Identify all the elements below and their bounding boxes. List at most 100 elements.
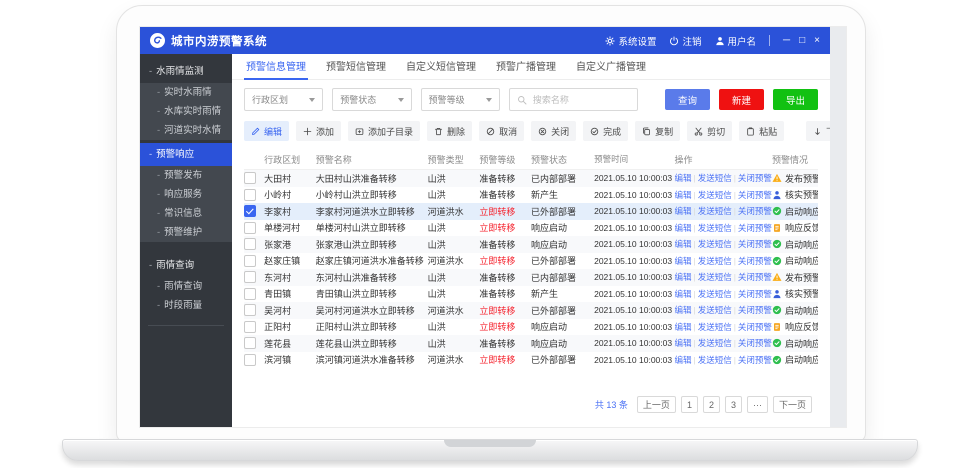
- minimize-button[interactable]: ─: [783, 36, 790, 46]
- sidebar-group-header[interactable]: 水雨情监测: [140, 60, 232, 83]
- close-warning-link[interactable]: 关闭预警: [738, 238, 772, 250]
- tab-item[interactable]: 自定义广播管理: [574, 53, 648, 80]
- search-input[interactable]: [531, 94, 630, 106]
- edit-link[interactable]: 编辑: [674, 222, 691, 234]
- send-sms-link[interactable]: 发送短信: [698, 255, 732, 267]
- table-row[interactable]: 李家村李家村河道洪水立即转移河道洪水立即转移已外部部署2021.05.10 10…: [244, 203, 818, 220]
- sidebar-item[interactable]: 雨情查询: [140, 277, 232, 296]
- paste-button[interactable]: 粘贴: [739, 121, 784, 141]
- edit-button[interactable]: 编辑: [244, 121, 289, 141]
- close-warning-link[interactable]: 关闭预警: [738, 255, 772, 267]
- table-row[interactable]: 赵家庄镇赵家庄镇河道洪水准备转移河道洪水立即转移已外部部署2021.05.10 …: [244, 253, 818, 270]
- edit-link[interactable]: 编辑: [674, 238, 691, 250]
- close-warning-link[interactable]: 关闭预警: [738, 271, 772, 283]
- send-sms-link[interactable]: 发送短信: [698, 205, 732, 217]
- table-row[interactable]: 大田村大田村山洪准备转移山洪准备转移已内部部署2021.05.10 10:00:…: [244, 170, 818, 187]
- query-button[interactable]: 查询: [665, 89, 710, 110]
- send-sms-link[interactable]: 发送短信: [698, 337, 732, 349]
- sidebar-item[interactable]: 预警发布: [140, 166, 232, 185]
- close-warning-link[interactable]: 关闭预警: [738, 321, 772, 333]
- row-checkbox[interactable]: [244, 321, 256, 333]
- add-sub-button[interactable]: 添加子目录: [348, 121, 420, 141]
- table-row[interactable]: 青田镇青田镇山洪立即转移山洪准备转移新产生2021.05.10 10:00:03…: [244, 286, 818, 303]
- close-warning-link[interactable]: 关闭预警: [738, 304, 772, 316]
- page-number-button[interactable]: 3: [725, 396, 742, 413]
- row-checkbox[interactable]: [244, 238, 256, 250]
- sidebar-item[interactable]: 常识信息: [140, 204, 232, 223]
- send-sms-link[interactable]: 发送短信: [698, 222, 732, 234]
- edit-link[interactable]: 编辑: [674, 304, 691, 316]
- send-sms-link[interactable]: 发送短信: [698, 172, 732, 184]
- edit-link[interactable]: 编辑: [674, 321, 691, 333]
- edit-link[interactable]: 编辑: [674, 288, 691, 300]
- row-checkbox[interactable]: [244, 205, 256, 217]
- edit-link[interactable]: 编辑: [674, 271, 691, 283]
- check-circle-button[interactable]: 完成: [583, 121, 628, 141]
- system-settings-button[interactable]: 系统设置: [605, 34, 656, 48]
- edit-link[interactable]: 编辑: [674, 205, 691, 217]
- cancel-button[interactable]: 取消: [479, 121, 524, 141]
- row-checkbox[interactable]: [244, 354, 256, 366]
- export-button[interactable]: 导出: [773, 89, 818, 110]
- edit-link[interactable]: 编辑: [674, 172, 691, 184]
- row-checkbox[interactable]: [244, 271, 256, 283]
- close-warning-link[interactable]: 关闭预警: [738, 222, 772, 234]
- filter-select[interactable]: 预警状态: [332, 88, 411, 111]
- table-row[interactable]: 单楼河村单楼河村山洪立即转移山洪立即转移响应启动2021.05.10 10:00…: [244, 220, 818, 237]
- tab-item[interactable]: 预警短信管理: [324, 53, 388, 80]
- next-page-button[interactable]: 下一页: [773, 396, 812, 413]
- create-button[interactable]: 新建: [719, 89, 764, 110]
- close-button[interactable]: ×: [814, 36, 820, 46]
- sidebar-item[interactable]: 实时水雨情: [140, 83, 232, 102]
- sidebar-group-header[interactable]: 雨情查询: [140, 254, 232, 277]
- row-checkbox[interactable]: [244, 288, 256, 300]
- send-sms-link[interactable]: 发送短信: [698, 321, 732, 333]
- send-sms-link[interactable]: 发送短信: [698, 271, 732, 283]
- edit-link[interactable]: 编辑: [674, 189, 691, 201]
- close-warning-link[interactable]: 关闭预警: [738, 172, 772, 184]
- page-number-button[interactable]: 2: [703, 396, 720, 413]
- send-sms-link[interactable]: 发送短信: [698, 189, 732, 201]
- sidebar-item[interactable]: 河道实时水情: [140, 121, 232, 140]
- row-checkbox[interactable]: [244, 172, 256, 184]
- logout-button[interactable]: 注销: [669, 34, 701, 48]
- edit-link[interactable]: 编辑: [674, 337, 691, 349]
- cut-button[interactable]: 剪切: [687, 121, 732, 141]
- send-sms-link[interactable]: 发送短信: [698, 238, 732, 250]
- maximize-button[interactable]: □: [799, 36, 805, 46]
- close-warning-link[interactable]: 关闭预警: [738, 354, 772, 366]
- sidebar-item[interactable]: 水库实时雨情: [140, 102, 232, 121]
- page-ellipsis[interactable]: ···: [747, 396, 768, 413]
- tab-item[interactable]: 预警广播管理: [494, 53, 558, 80]
- close-warning-link[interactable]: 关闭预警: [738, 189, 772, 201]
- edit-link[interactable]: 编辑: [674, 255, 691, 267]
- edit-link[interactable]: 编辑: [674, 354, 691, 366]
- table-row[interactable]: 莲花县莲花县山洪立即转移山洪准备转移响应启动2021.05.10 10:00:0…: [244, 335, 818, 352]
- close-warning-link[interactable]: 关闭预警: [738, 205, 772, 217]
- trash-button[interactable]: 删除: [427, 121, 472, 141]
- send-sms-link[interactable]: 发送短信: [698, 288, 732, 300]
- send-sms-link[interactable]: 发送短信: [698, 304, 732, 316]
- table-row[interactable]: 小岭村小岭村山洪立即转移山洪准备转移新产生2021.05.10 10:00:03…: [244, 187, 818, 204]
- page-number-button[interactable]: 1: [681, 396, 698, 413]
- table-row[interactable]: 张家港张家港山洪立即转移山洪准备转移响应启动2021.05.10 10:00:0…: [244, 236, 818, 253]
- copy-button[interactable]: 复制: [635, 121, 680, 141]
- plus-button[interactable]: 添加: [296, 121, 341, 141]
- row-checkbox[interactable]: [244, 255, 256, 267]
- filter-select[interactable]: 行政区划: [244, 88, 323, 111]
- close-warning-link[interactable]: 关闭预警: [738, 337, 772, 349]
- sidebar-group-header[interactable]: 预警响应: [140, 143, 232, 166]
- table-row[interactable]: 东河村东河村山洪准备转移山洪准备转移已内部部署2021.05.10 10:00:…: [244, 269, 818, 286]
- tab-active[interactable]: 预警信息管理: [244, 53, 308, 80]
- table-row[interactable]: 正阳村正阳村山洪立即转移山洪立即转移响应启动2021.05.10 10:00:0…: [244, 319, 818, 336]
- table-row[interactable]: 吴河村吴河村河道洪水立即转移河道洪水立即转移已外部部署2021.05.10 10…: [244, 302, 818, 319]
- prev-page-button[interactable]: 上一页: [637, 396, 676, 413]
- filter-select[interactable]: 预警等级: [421, 88, 500, 111]
- row-checkbox[interactable]: [244, 189, 256, 201]
- row-checkbox[interactable]: [244, 337, 256, 349]
- row-checkbox[interactable]: [244, 222, 256, 234]
- row-checkbox[interactable]: [244, 304, 256, 316]
- user-menu[interactable]: 用户名: [715, 34, 757, 48]
- table-row[interactable]: 滨河镇滨河镇河道洪水准备转移河道洪水立即转移已外部部署2021.05.10 10…: [244, 352, 818, 369]
- sidebar-item[interactable]: 时段雨量: [140, 296, 232, 315]
